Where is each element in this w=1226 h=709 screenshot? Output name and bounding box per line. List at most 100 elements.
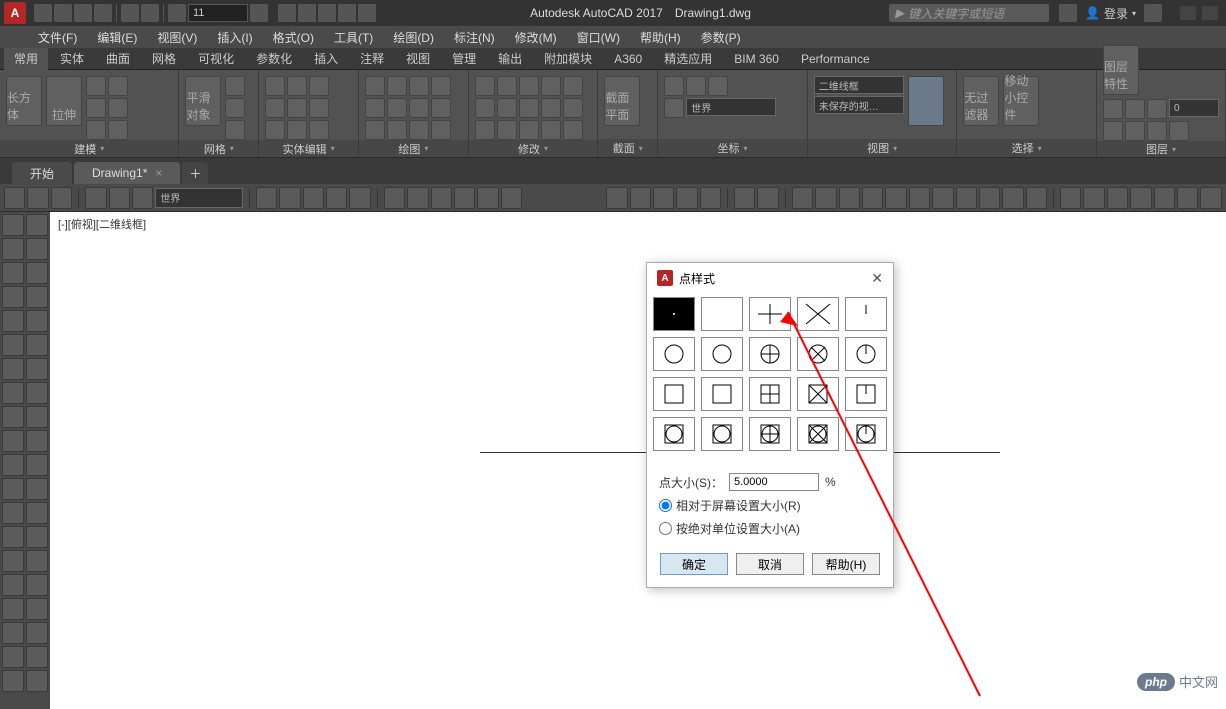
ts-icon[interactable] — [326, 187, 347, 209]
ic[interactable] — [365, 76, 385, 96]
point-icon[interactable] — [26, 334, 48, 356]
qat-dropdown-icon[interactable] — [250, 4, 268, 22]
qat-save-icon[interactable] — [74, 4, 92, 22]
menu-edit[interactable]: 编辑(E) — [89, 29, 145, 46]
dialog-close-icon[interactable]: ✕ — [871, 270, 883, 287]
pstyle-square-plus[interactable] — [749, 377, 791, 411]
ic[interactable] — [519, 120, 539, 140]
ic[interactable] — [475, 120, 495, 140]
smooth-button[interactable]: 平滑对象 — [185, 76, 221, 126]
group-label[interactable]: 绘图 — [359, 140, 468, 157]
ic[interactable] — [541, 76, 561, 96]
rtab-a360[interactable]: A360 — [604, 48, 652, 70]
pstyle-sq-circle[interactable] — [653, 417, 695, 451]
ic[interactable] — [86, 120, 106, 140]
cancel-button[interactable]: 取消 — [736, 553, 804, 575]
ts-icon[interactable] — [839, 187, 860, 209]
pstyle-sq-circle-blank[interactable] — [701, 417, 743, 451]
menu-help[interactable]: 帮助(H) — [632, 29, 689, 46]
ic[interactable] — [287, 76, 307, 96]
qat-saveas-icon[interactable] — [94, 4, 112, 22]
drawing-canvas[interactable]: [-][俯视][二维线框] A 点样式 ✕ — [50, 212, 1226, 709]
extrude-button[interactable]: 拉伸 — [46, 76, 82, 126]
qat-undo-icon[interactable] — [121, 4, 139, 22]
ts-icon[interactable] — [862, 187, 883, 209]
ucs-dropdown[interactable]: 世界 — [155, 188, 243, 208]
rtab-featured[interactable]: 精选应用 — [654, 48, 722, 70]
group-label[interactable]: 截面 — [598, 139, 657, 157]
ic[interactable] — [86, 76, 106, 96]
ts-icon[interactable] — [454, 187, 475, 209]
ic[interactable] — [387, 98, 407, 118]
pstyle-plus[interactable] — [749, 297, 791, 331]
ic[interactable] — [664, 76, 684, 96]
ts-icon[interactable] — [85, 187, 106, 209]
section-button[interactable]: 截面平面 — [604, 76, 640, 126]
mtext-icon[interactable] — [2, 382, 24, 404]
group-label[interactable]: 坐标 — [658, 139, 807, 157]
ic[interactable] — [265, 120, 285, 140]
pstyle-tick[interactable] — [845, 297, 887, 331]
ts-icon[interactable] — [676, 187, 697, 209]
pstyle-sq-circle-plus[interactable] — [749, 417, 791, 451]
view-big-button[interactable] — [908, 76, 944, 126]
pstyle-sq-circle-tick[interactable] — [845, 417, 887, 451]
visualstyle-combo[interactable]: 二维线框 — [814, 76, 904, 94]
tool-icon[interactable] — [26, 550, 48, 572]
qat-gear-icon[interactable] — [168, 4, 186, 22]
workspace-input[interactable] — [188, 4, 248, 22]
ts-icon[interactable] — [477, 187, 498, 209]
rtab-view[interactable]: 视图 — [396, 48, 440, 70]
region-icon[interactable] — [26, 382, 48, 404]
ic[interactable] — [497, 120, 517, 140]
ic[interactable] — [708, 76, 728, 96]
menu-modify[interactable]: 修改(M) — [507, 29, 565, 46]
ic[interactable] — [365, 120, 385, 140]
login-button[interactable]: 👤 登录 ▾ — [1085, 5, 1136, 22]
pstyle-circle-x[interactable] — [797, 337, 839, 371]
menu-dim[interactable]: 标注(N) — [446, 29, 503, 46]
ic[interactable] — [225, 76, 245, 96]
ts-icon[interactable] — [1200, 187, 1221, 209]
ellipse-icon[interactable] — [26, 310, 48, 332]
tool-icon[interactable] — [2, 574, 24, 596]
group-label[interactable]: 建模 — [0, 140, 178, 157]
ts-icon[interactable] — [256, 187, 277, 209]
tool-icon[interactable] — [2, 430, 24, 452]
qat-print-icon[interactable] — [298, 4, 316, 22]
gizmo-button[interactable]: 移动小控件 — [1003, 76, 1039, 126]
rtab-home[interactable]: 常用 — [4, 48, 48, 70]
point-size-input[interactable] — [729, 473, 819, 491]
ic[interactable] — [1169, 121, 1189, 141]
pstyle-dot[interactable] — [653, 297, 695, 331]
rtab-insert[interactable]: 插入 — [304, 48, 348, 70]
rtab-param[interactable]: 参数化 — [246, 48, 302, 70]
ic[interactable] — [1103, 121, 1123, 141]
revcloud-icon[interactable] — [26, 286, 48, 308]
pstyle-circle[interactable] — [653, 337, 695, 371]
file-tab-start[interactable]: 开始 — [12, 162, 72, 184]
ic[interactable] — [519, 98, 539, 118]
ts-icon[interactable] — [501, 187, 522, 209]
ts-icon[interactable] — [909, 187, 930, 209]
ic[interactable] — [475, 98, 495, 118]
ts-icon[interactable] — [606, 187, 627, 209]
qat-share-icon[interactable] — [278, 4, 296, 22]
ic[interactable] — [1103, 99, 1123, 119]
qat-misc2-icon[interactable] — [358, 4, 376, 22]
tool-icon[interactable] — [26, 670, 48, 692]
ts-icon[interactable] — [303, 187, 324, 209]
rtab-solid[interactable]: 实体 — [50, 48, 94, 70]
ic[interactable] — [108, 98, 128, 118]
xline-icon[interactable] — [26, 214, 48, 236]
tool-icon[interactable] — [26, 478, 48, 500]
tool-icon[interactable] — [2, 670, 24, 692]
menu-tools[interactable]: 工具(T) — [326, 29, 381, 46]
ic[interactable] — [563, 98, 583, 118]
menu-format[interactable]: 格式(O) — [265, 29, 322, 46]
pstyle-square[interactable] — [653, 377, 695, 411]
rtab-manage[interactable]: 管理 — [442, 48, 486, 70]
tool-icon[interactable] — [26, 406, 48, 428]
pstyle-circle-blank[interactable] — [701, 337, 743, 371]
tool-icon[interactable] — [2, 478, 24, 500]
